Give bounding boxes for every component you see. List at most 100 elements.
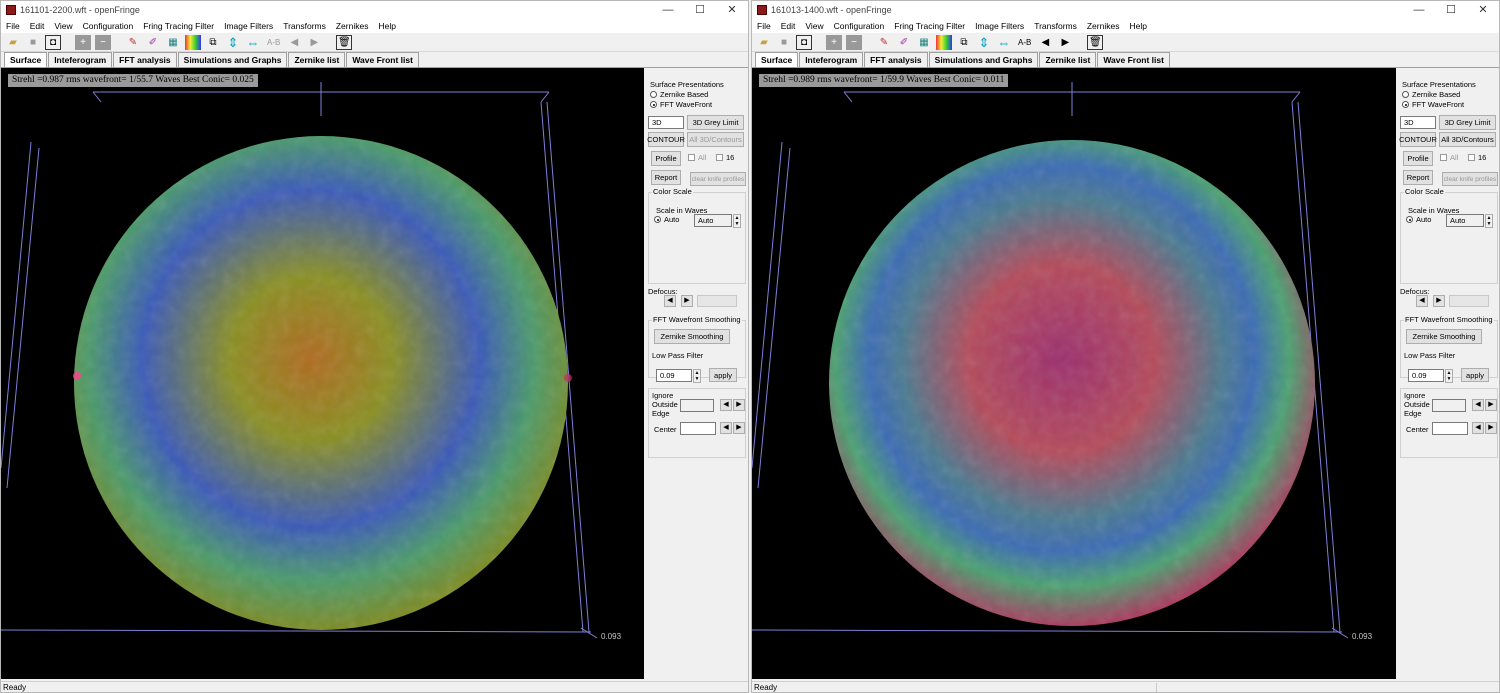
center-left-button[interactable]: ◀ [720, 422, 732, 434]
previous-arrow-icon[interactable]: ◀ [286, 35, 302, 50]
outside-edge-right-button[interactable]: ▶ [733, 399, 745, 411]
trash-icon[interactable]: 🗑 [336, 34, 353, 50]
paint-icon[interactable]: ✎ [876, 35, 892, 50]
all-checkbox[interactable]: All [688, 153, 706, 162]
outside-edge-right-button[interactable]: ▶ [1485, 399, 1497, 411]
tab-inteferogram[interactable]: Inteferogram [799, 52, 864, 67]
clear-knife-profiles-button[interactable]: clear knife profiles [1442, 172, 1498, 186]
all-3d-contours-button[interactable]: All 3D/Contours [1439, 132, 1496, 147]
defocus-right-button[interactable]: ▶ [1433, 295, 1445, 307]
low-pass-spinner[interactable]: ▲ ▼ [693, 369, 701, 383]
menu-file[interactable]: File [752, 19, 776, 33]
report-button[interactable]: Report [1403, 170, 1433, 185]
16-checkbox[interactable]: 16 [1468, 153, 1486, 162]
open-folder-icon[interactable]: ▰ [756, 35, 772, 50]
defocus-right-button[interactable]: ▶ [681, 295, 693, 307]
tab-surface[interactable]: Surface [4, 52, 48, 67]
color-bars-icon[interactable] [936, 34, 952, 50]
tab-wave-front-list[interactable]: Wave Front list [346, 52, 419, 67]
save-icon[interactable]: ■ [25, 35, 41, 50]
outside-edge-left-button[interactable]: ◀ [1472, 399, 1484, 411]
tab-zernike-list[interactable]: Zernike list [288, 52, 346, 67]
title-bar[interactable]: 161013-1400.wft - openFringe — ☐ ✕ [752, 1, 1499, 19]
vertical-arrows-icon[interactable]: ⇕ [225, 35, 241, 50]
center-right-button[interactable]: ▶ [1485, 422, 1497, 434]
tab-fft-analysis[interactable]: FFT analysis [864, 52, 928, 67]
close-button[interactable]: ✕ [1467, 1, 1499, 19]
low-pass-value-field[interactable]: 0.09 [1408, 369, 1444, 382]
zernike-smoothing-button[interactable]: Zernike Smoothing [1406, 329, 1482, 344]
auto-scale-radio[interactable]: Auto [654, 215, 679, 224]
paint-icon[interactable]: ✎ [125, 35, 141, 50]
menu-fring-tracing-filter[interactable]: Fring Tracing Filter [138, 19, 219, 33]
tab-wave-front-list[interactable]: Wave Front list [1097, 52, 1170, 67]
scale-value-field[interactable]: Auto [1446, 214, 1484, 227]
horizontal-arrows-icon[interactable]: ⇔ [996, 35, 1012, 50]
trash-icon[interactable]: 🗑 [1087, 34, 1104, 50]
contour-button[interactable]: CONTOUR [647, 132, 685, 147]
fft-wavefront-radio[interactable]: FFT WaveFront [650, 100, 712, 109]
next-arrow-icon[interactable]: ▶ [306, 35, 322, 50]
zoom-out-icon[interactable]: − [95, 34, 111, 50]
menu-zernikes[interactable]: Zernikes [1082, 19, 1125, 33]
tab-simulations-and-graphs[interactable]: Simulations and Graphs [928, 52, 1039, 67]
a-minus-b-button[interactable]: A-B [265, 35, 282, 50]
horizontal-arrows-icon[interactable]: ⇔ [245, 35, 261, 50]
a-minus-b-button[interactable]: A-B [1016, 35, 1033, 50]
title-bar[interactable]: 161101-2200.wft - openFringe — ☐ ✕ [1, 1, 748, 19]
menu-transforms[interactable]: Transforms [278, 19, 331, 33]
scale-spinner[interactable]: ▲ ▼ [1485, 214, 1493, 228]
menu-configuration[interactable]: Configuration [829, 19, 890, 33]
zernike-smoothing-button[interactable]: Zernike Smoothing [654, 329, 730, 344]
fft-wavefront-radio[interactable]: FFT WaveFront [1402, 100, 1464, 109]
menu-help[interactable]: Help [373, 19, 400, 33]
camera-icon[interactable]: ◘ [796, 34, 812, 50]
menu-view[interactable]: View [800, 19, 828, 33]
tab-zernike-list[interactable]: Zernike list [1039, 52, 1097, 67]
defocus-slider[interactable] [697, 295, 737, 307]
brush-icon[interactable]: ✐ [145, 35, 161, 50]
tab-inteferogram[interactable]: Inteferogram [48, 52, 113, 67]
apply-button[interactable]: apply [709, 368, 737, 382]
menu-transforms[interactable]: Transforms [1029, 19, 1082, 33]
save-icon[interactable]: ■ [776, 35, 792, 50]
scale-spinner[interactable]: ▲ ▼ [733, 214, 741, 228]
16-checkbox[interactable]: 16 [716, 153, 734, 162]
close-button[interactable]: ✕ [716, 1, 748, 19]
open-folder-icon[interactable]: ▰ [5, 35, 21, 50]
center-field[interactable] [680, 422, 716, 435]
menu-image-filters[interactable]: Image Filters [970, 19, 1029, 33]
maximize-button[interactable]: ☐ [684, 1, 716, 19]
low-pass-value-field[interactable]: 0.09 [656, 369, 692, 382]
zoom-in-icon[interactable]: + [826, 34, 842, 50]
minimize-button[interactable]: — [652, 1, 684, 19]
grid-icon[interactable]: ▦ [165, 35, 181, 50]
vertical-arrows-icon[interactable]: ⇕ [976, 35, 992, 50]
report-button[interactable]: Report [651, 170, 681, 185]
zoom-in-icon[interactable]: + [75, 34, 91, 50]
defocus-left-button[interactable]: ◀ [1416, 295, 1428, 307]
menu-fring-tracing-filter[interactable]: Fring Tracing Filter [889, 19, 970, 33]
maximize-button[interactable]: ☐ [1435, 1, 1467, 19]
center-field[interactable] [1432, 422, 1468, 435]
previous-arrow-icon[interactable]: ◀ [1037, 35, 1053, 50]
color-bars-icon[interactable] [185, 34, 201, 50]
camera-icon[interactable]: ◘ [45, 34, 61, 50]
copy-icon[interactable]: ⧉ [205, 35, 221, 50]
profile-button[interactable]: Profile [651, 151, 681, 166]
tab-simulations-and-graphs[interactable]: Simulations and Graphs [177, 52, 288, 67]
contour-button[interactable]: CONTOUR [1399, 132, 1437, 147]
center-left-button[interactable]: ◀ [1472, 422, 1484, 434]
apply-button[interactable]: apply [1461, 368, 1489, 382]
menu-help[interactable]: Help [1124, 19, 1151, 33]
tab-fft-analysis[interactable]: FFT analysis [113, 52, 177, 67]
all-checkbox[interactable]: All [1440, 153, 1458, 162]
tab-surface[interactable]: Surface [755, 52, 799, 67]
menu-zernikes[interactable]: Zernikes [331, 19, 374, 33]
menu-view[interactable]: View [49, 19, 77, 33]
3d-grey-limit-button[interactable]: 3D Grey Limit [687, 115, 744, 130]
menu-image-filters[interactable]: Image Filters [219, 19, 278, 33]
zernike-based-radio[interactable]: Zernike Based [650, 90, 708, 99]
defocus-slider[interactable] [1449, 295, 1489, 307]
next-arrow-icon[interactable]: ▶ [1057, 35, 1073, 50]
